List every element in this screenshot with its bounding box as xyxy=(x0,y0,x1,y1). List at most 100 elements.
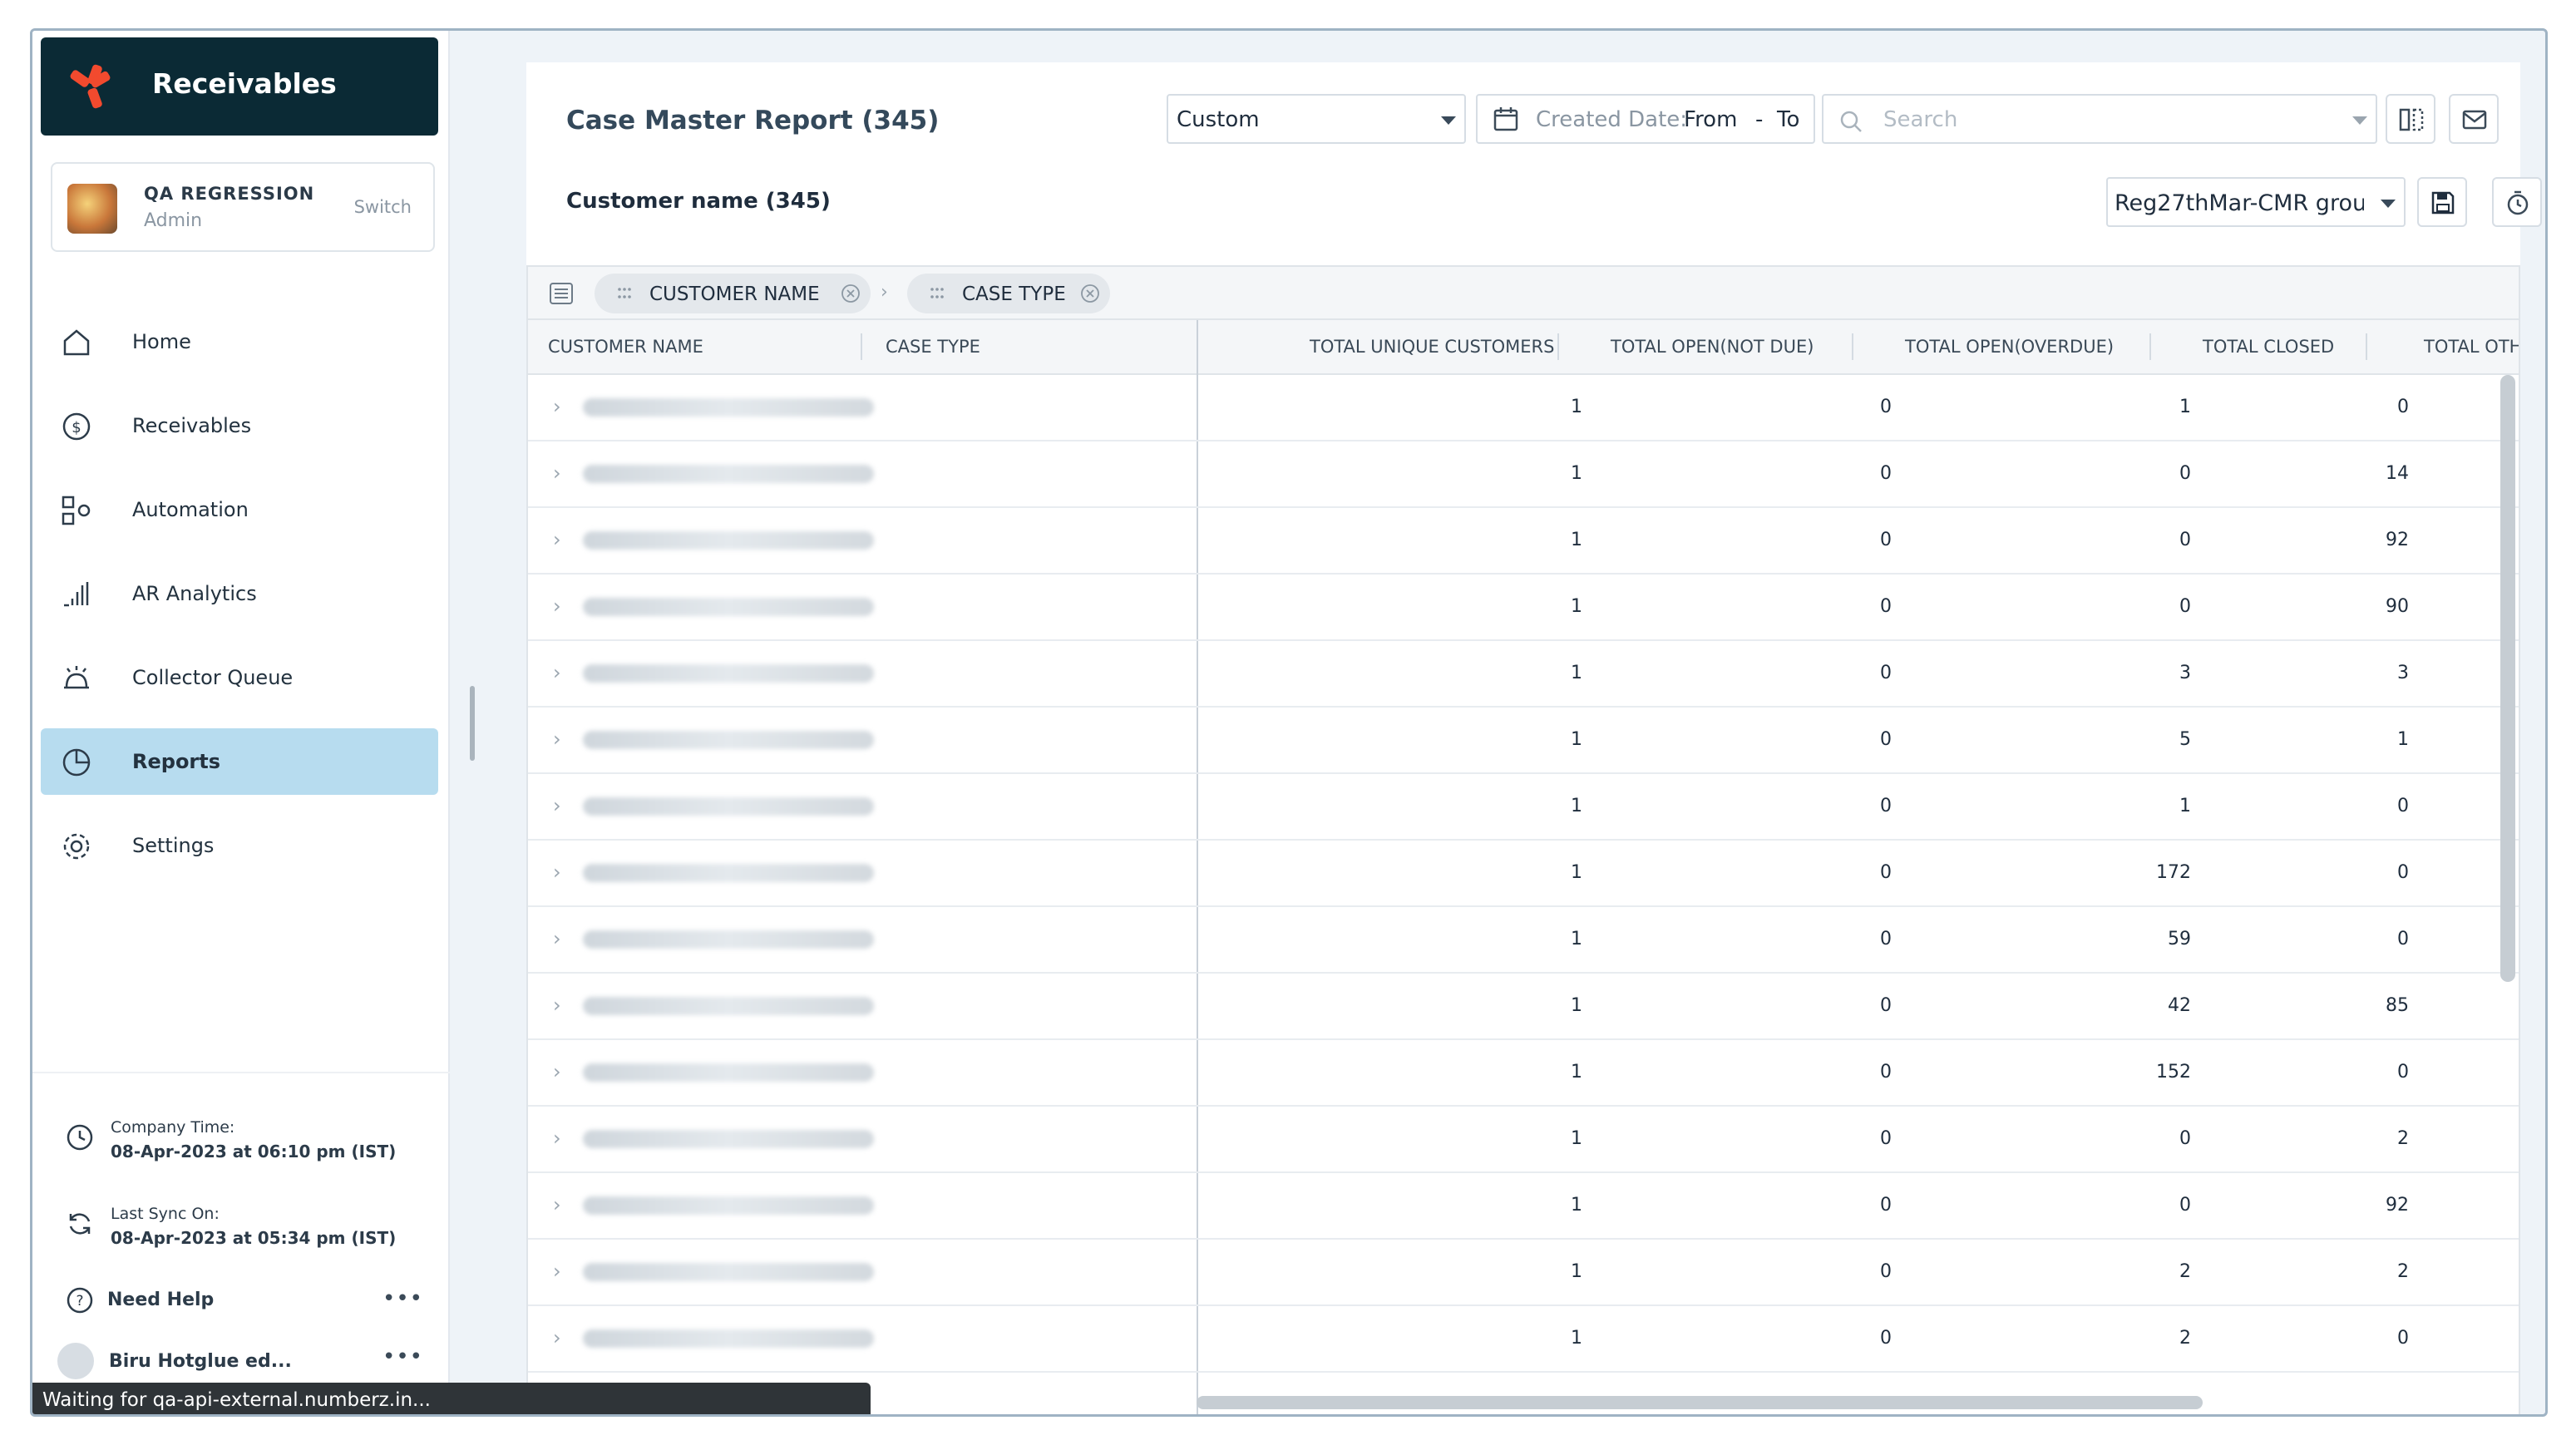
clock-icon xyxy=(67,1124,93,1151)
group-panel-icon[interactable] xyxy=(548,280,575,307)
table-cell: 14 xyxy=(2386,463,2409,484)
table-row[interactable]: › 1 0 1 0 xyxy=(528,774,2519,841)
table-cell: 1 xyxy=(2179,796,2191,816)
customer-name-redacted xyxy=(583,1263,874,1281)
table-row[interactable]: › 1 0 0 92 xyxy=(528,508,2519,575)
customer-name-redacted xyxy=(583,664,874,683)
column-divider[interactable] xyxy=(2149,333,2151,360)
table-cell: 0 xyxy=(2397,796,2409,816)
company-time-label: Company Time: xyxy=(111,1118,235,1137)
expand-row-icon[interactable]: › xyxy=(553,861,561,884)
expand-row-icon[interactable]: › xyxy=(553,661,561,684)
user-more-button[interactable]: ••• xyxy=(382,1344,423,1369)
table-row[interactable]: › 1 0 172 0 xyxy=(528,841,2519,907)
expand-row-icon[interactable]: › xyxy=(553,528,561,551)
column-divider[interactable] xyxy=(1852,333,1853,360)
table-row[interactable]: › 1 0 42 85 xyxy=(528,974,2519,1040)
table-row[interactable]: › 1 0 5 1 xyxy=(528,708,2519,774)
vertical-scrollbar[interactable] xyxy=(2500,375,2515,982)
column-divider[interactable] xyxy=(861,333,862,360)
table-row[interactable]: › 1 0 152 0 xyxy=(528,1040,2519,1107)
column-header-customer-name[interactable]: CUSTOMER NAME xyxy=(548,337,703,357)
drag-handle-icon[interactable] xyxy=(929,285,945,302)
calendar-icon xyxy=(1493,107,1518,131)
save-view-button[interactable] xyxy=(2417,177,2467,227)
column-header-total-open-not-due[interactable]: TOTAL OPEN(NOT DUE) xyxy=(1611,337,1814,357)
date-to[interactable]: To xyxy=(1777,107,1799,132)
email-button[interactable] xyxy=(2449,94,2499,144)
need-help[interactable]: ? Need Help ••• xyxy=(66,1285,432,1318)
columns-button[interactable] xyxy=(2386,94,2435,144)
date-from[interactable]: From xyxy=(1684,107,1737,132)
remove-chip-icon[interactable] xyxy=(1080,284,1100,303)
expand-row-icon[interactable]: › xyxy=(553,1260,561,1283)
user-profile[interactable]: Biru Hotglue ed... ••• xyxy=(57,1343,432,1379)
table-row[interactable]: › 1 0 3 3 xyxy=(528,641,2519,708)
horizontal-scrollbar[interactable] xyxy=(1197,1396,2203,1409)
brand-header[interactable]: Receivables xyxy=(41,37,438,136)
column-divider[interactable] xyxy=(1557,333,1559,360)
column-divider[interactable] xyxy=(2366,333,2367,360)
table-row[interactable]: › 1 0 59 0 xyxy=(528,907,2519,974)
nav-item-ar-analytics[interactable]: AR Analytics xyxy=(41,560,438,627)
table-row[interactable]: › 1 0 2 2 xyxy=(528,1240,2519,1306)
expand-row-icon[interactable]: › xyxy=(553,1193,561,1216)
customer-name-redacted xyxy=(583,864,874,882)
group-chip-case-type[interactable]: CASE TYPE xyxy=(907,274,1110,313)
nav-item-receivables[interactable]: $ Receivables xyxy=(41,392,438,459)
switch-link[interactable]: Switch xyxy=(354,197,412,217)
table-cell: 0 xyxy=(1880,530,1892,550)
expand-row-icon[interactable]: › xyxy=(553,927,561,950)
drag-handle-icon[interactable] xyxy=(616,285,633,302)
page-title: Case Master Report (345) xyxy=(566,106,940,136)
search-input[interactable]: Search xyxy=(1822,94,2377,144)
column-header-total-other[interactable]: TOTAL OTHER xyxy=(2424,337,2519,357)
date-filter-label: Created Date: xyxy=(1536,107,1688,132)
expand-row-icon[interactable]: › xyxy=(553,727,561,751)
column-header-total-closed[interactable]: TOTAL CLOSED xyxy=(2203,337,2334,357)
table-cell: 3 xyxy=(2397,663,2409,683)
expand-row-icon[interactable]: › xyxy=(553,594,561,618)
expand-row-icon[interactable]: › xyxy=(553,1127,561,1150)
column-header-total-unique-customers[interactable]: TOTAL UNIQUE CUSTOMERS xyxy=(1310,337,1554,357)
table-row[interactable]: › 1 0 2 0 xyxy=(528,1306,2519,1373)
browser-status-bar: Waiting for qa-api-external.numberz.in..… xyxy=(32,1383,871,1414)
sync-icon[interactable] xyxy=(66,1210,94,1238)
nav-item-reports[interactable]: Reports xyxy=(41,728,438,795)
table-row[interactable]: › 1 0 0 2 xyxy=(528,1107,2519,1173)
expand-row-icon[interactable]: › xyxy=(553,794,561,817)
table-cell: 0 xyxy=(2397,397,2409,417)
nav-item-automation[interactable]: Automation xyxy=(41,476,438,543)
date-range-select[interactable]: Custom xyxy=(1167,94,1466,144)
schedule-button[interactable] xyxy=(2492,177,2542,227)
table-row[interactable]: › 1 0 0 92 xyxy=(528,1173,2519,1240)
help-more-button[interactable]: ••• xyxy=(382,1286,423,1311)
group-chip-customer-name[interactable]: CUSTOMER NAME xyxy=(595,274,871,313)
nav-item-home[interactable]: Home xyxy=(41,308,438,375)
expand-row-icon[interactable]: › xyxy=(553,1326,561,1349)
sidebar-resize-handle[interactable] xyxy=(470,686,475,761)
analytics-icon xyxy=(64,582,89,607)
expand-row-icon[interactable]: › xyxy=(553,994,561,1017)
table-row[interactable]: › 1 0 1 0 xyxy=(528,375,2519,441)
table-cell: 2 xyxy=(2397,1128,2409,1149)
table-cell: 0 xyxy=(1880,796,1892,816)
table-cell: 0 xyxy=(2179,463,2191,484)
created-date-filter[interactable]: Created Date: From - To xyxy=(1476,94,1815,144)
table-cell: 85 xyxy=(2386,995,2409,1016)
nav-item-settings[interactable]: Settings xyxy=(41,812,438,879)
expand-row-icon[interactable]: › xyxy=(553,461,561,485)
expand-row-icon[interactable]: › xyxy=(553,395,561,418)
table-row[interactable]: › 1 0 0 90 xyxy=(528,575,2519,641)
table-cell: 1 xyxy=(1571,995,1582,1016)
column-header-total-open-overdue[interactable]: TOTAL OPEN(OVERDUE) xyxy=(1905,337,2114,357)
gear-icon xyxy=(63,833,90,860)
expand-row-icon[interactable]: › xyxy=(553,1060,561,1083)
remove-chip-icon[interactable] xyxy=(841,284,861,303)
account-switcher[interactable]: QA REGRESSION Admin Switch xyxy=(51,162,435,252)
org-name: QA REGRESSION xyxy=(144,184,315,204)
column-header-case-type[interactable]: CASE TYPE xyxy=(886,337,980,357)
nav-item-collector-queue[interactable]: Collector Queue xyxy=(41,644,438,711)
saved-view-select[interactable]: Reg27thMar-CMR grou xyxy=(2106,177,2406,227)
table-row[interactable]: › 1 0 0 14 xyxy=(528,441,2519,508)
